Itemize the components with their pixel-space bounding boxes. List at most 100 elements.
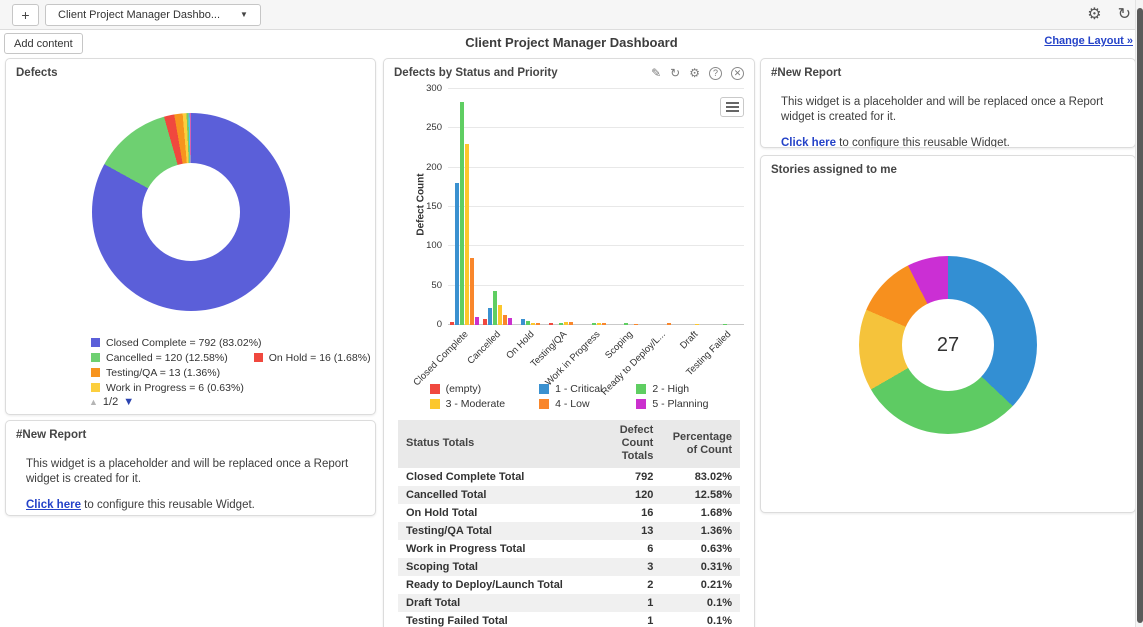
bar-group-7 (678, 89, 711, 325)
widget-header-icons: ✎ ↻ ⚙ ? ✕ (651, 61, 744, 80)
new-tab-button[interactable]: + (12, 4, 39, 26)
refresh-icon[interactable]: ↻ (670, 67, 680, 79)
legend-item[interactable]: Closed Complete = 792 (83.02%) (91, 337, 262, 349)
click-here-link[interactable]: Click here (26, 499, 81, 511)
x-axis-label-slot: Testing Failed (711, 325, 744, 377)
page-down-arrow[interactable]: ▼ (123, 396, 134, 408)
x-axis-label-slot: Ready to Deploy/L... (645, 325, 678, 377)
bar[interactable] (498, 305, 502, 325)
page-indicator: 1/2 (103, 396, 118, 408)
page-up-arrow[interactable]: ▲ (89, 397, 98, 407)
dashboard-tab-selector[interactable]: Client Project Manager Dashbo... ▼ (45, 4, 261, 26)
table-cell: Work in Progress Total (398, 540, 586, 558)
legend-item[interactable]: Cancelled = 120 (12.58%) (91, 352, 228, 364)
table-cell: 0.1% (661, 594, 740, 612)
table-row[interactable]: Draft Total10.1% (398, 594, 740, 612)
scrollbar-thumb[interactable] (1137, 8, 1143, 623)
bar[interactable] (460, 102, 464, 325)
configure-line: Click here to configure this reusable Wi… (26, 499, 365, 511)
dashboard-header-row: Add content Client Project Manager Dashb… (0, 31, 1143, 57)
table-cell: 13 (586, 522, 661, 540)
legend-label: 5 - Planning (652, 398, 708, 410)
legend-swatch (91, 368, 100, 377)
legend-row: Cancelled = 120 (12.58%) On Hold = 16 (1.… (91, 352, 375, 364)
top-tab-bar: + Client Project Manager Dashbo... ▼ ⚙ ↻ (0, 0, 1143, 30)
donut-center-value: 27 (902, 299, 994, 391)
column-header: Defect Count Totals (586, 420, 661, 468)
table-row[interactable]: Testing Failed Total10.1% (398, 612, 740, 627)
y-axis-tick-label: 100 (412, 240, 442, 251)
table-row[interactable]: Closed Complete Total79283.02% (398, 468, 740, 486)
legend-item[interactable]: 2 - High (636, 383, 708, 395)
table-row[interactable]: Scoping Total30.31% (398, 558, 740, 576)
bar-group-5 (612, 89, 645, 325)
bar[interactable] (508, 318, 512, 325)
close-icon[interactable]: ✕ (731, 67, 744, 80)
donut-hole (142, 163, 240, 261)
bar[interactable] (493, 291, 497, 325)
dashboard-tab-label: Client Project Manager Dashbo... (58, 9, 220, 21)
legend-item[interactable]: 3 - Moderate (430, 398, 506, 410)
legend-swatch (636, 399, 646, 409)
table-cell: 0.21% (661, 576, 740, 594)
column-header: Percentage of Count (661, 420, 740, 468)
status-totals-table: Status TotalsDefect Count TotalsPercenta… (398, 420, 740, 627)
table-cell: 6 (586, 540, 661, 558)
legend-item[interactable]: 4 - Low (539, 398, 602, 410)
new-report-title: #New Report (761, 59, 1135, 81)
bar[interactable] (470, 258, 474, 325)
chevron-down-icon: ▼ (240, 10, 248, 19)
legend-label: Work in Progress = 6 (0.63%) (106, 382, 244, 394)
table-cell: 3 (586, 558, 661, 576)
legend-item[interactable]: 5 - Planning (636, 398, 708, 410)
legend-item[interactable]: Work in Progress = 6 (0.63%) (91, 382, 244, 394)
bar[interactable] (488, 308, 492, 325)
defects-by-status-title: Defects by Status and Priority (384, 59, 568, 81)
table-row[interactable]: Ready to Deploy/Launch Total20.21% (398, 576, 740, 594)
table-cell: 2 (586, 576, 661, 594)
legend-row: Testing/QA = 13 (1.36%) (91, 367, 375, 379)
table-cell: Ready to Deploy/Launch Total (398, 576, 586, 594)
table-cell: Closed Complete Total (398, 468, 586, 486)
bar-group-3 (547, 89, 580, 325)
stories-donut-chart[interactable]: 27 (859, 256, 1037, 434)
bar[interactable] (475, 317, 479, 325)
table-cell: 792 (586, 468, 661, 486)
table-cell: Testing/QA Total (398, 522, 586, 540)
configure-suffix: to configure this reusable Widget. (836, 137, 1010, 148)
table-cell: 16 (586, 504, 661, 522)
gear-icon[interactable]: ⚙ (1087, 7, 1101, 23)
table-cell: 1 (586, 612, 661, 627)
change-layout-link[interactable]: Change Layout » (1044, 35, 1133, 47)
table-row[interactable]: Work in Progress Total60.63% (398, 540, 740, 558)
table-row[interactable]: On Hold Total161.68% (398, 504, 740, 522)
legend-item[interactable]: Testing/QA = 13 (1.36%) (91, 367, 220, 379)
edit-icon[interactable]: ✎ (651, 67, 661, 79)
legend-item[interactable]: (empty) (430, 383, 506, 395)
legend-label: 2 - High (652, 383, 689, 395)
legend-swatch (430, 399, 440, 409)
add-content-button[interactable]: Add content (4, 33, 83, 54)
refresh-icon[interactable]: ↻ (1118, 7, 1131, 23)
topbar-actions: ⚙ ↻ (1087, 7, 1131, 23)
defects-widget-title: Defects (6, 59, 375, 81)
placeholder-text: This widget is a placeholder and will be… (781, 95, 1125, 125)
legend-label: 3 - Moderate (446, 398, 506, 410)
legend-item[interactable]: On Hold = 16 (1.68%) (254, 352, 371, 364)
bar[interactable] (503, 315, 507, 325)
bar[interactable] (455, 183, 459, 325)
click-here-link[interactable]: Click here (781, 137, 836, 148)
x-axis-label: Draft (678, 329, 700, 351)
table-cell: 83.02% (661, 468, 740, 486)
y-axis-tick-label: 0 (412, 319, 442, 330)
help-icon[interactable]: ? (709, 67, 722, 80)
gear-icon[interactable]: ⚙ (689, 67, 700, 79)
defects-donut-chart[interactable] (92, 113, 290, 311)
defects-legend: Closed Complete = 792 (83.02%) Cancelled … (91, 337, 375, 394)
table-row[interactable]: Testing/QA Total131.36% (398, 522, 740, 540)
column-header: Status Totals (398, 420, 586, 468)
legend-swatch (636, 384, 646, 394)
new-report-title: #New Report (6, 421, 375, 443)
bar[interactable] (465, 144, 469, 325)
table-row[interactable]: Cancelled Total12012.58% (398, 486, 740, 504)
